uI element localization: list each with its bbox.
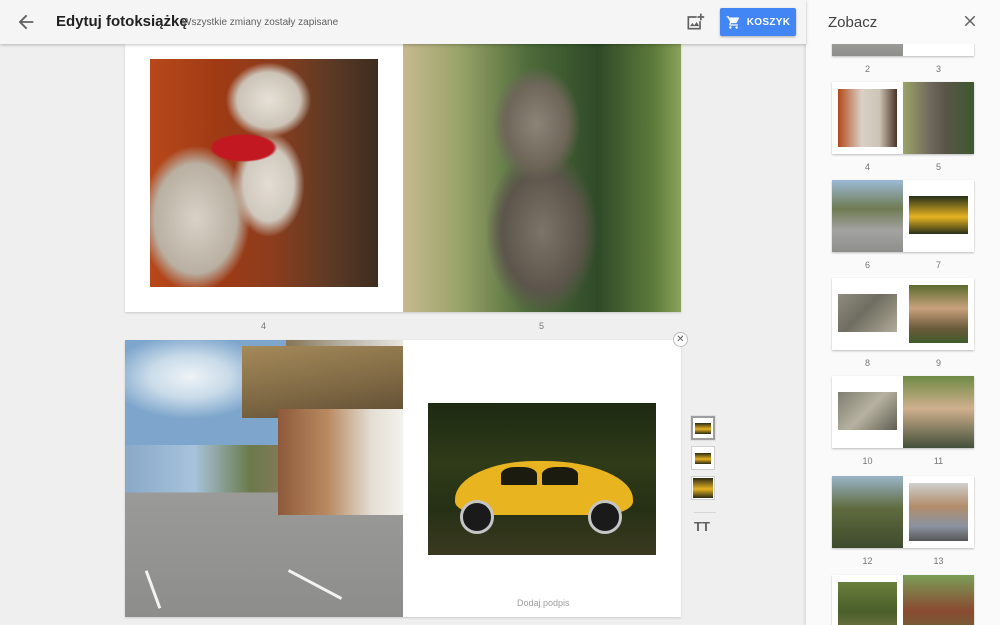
thumb-page-number: 2 — [864, 64, 870, 74]
photo-stone-guardian[interactable] — [403, 44, 681, 312]
thumb-page-15 — [903, 575, 974, 625]
layout-option-centered[interactable] — [691, 446, 715, 470]
thumb-spread-6-7[interactable] — [832, 180, 974, 252]
thumb-page-12 — [832, 476, 903, 548]
car-window — [542, 466, 579, 486]
thumb-page-number: 6 — [864, 260, 870, 270]
thumb-page-number: 9 — [935, 358, 941, 368]
layout-preview — [695, 422, 711, 434]
add-caption-placeholder[interactable]: Dodaj podpis — [517, 598, 570, 608]
remove-spread-button[interactable]: ✕ — [673, 332, 688, 347]
thumb-spread-2-3[interactable] — [832, 44, 974, 56]
thumb-image — [838, 392, 897, 430]
thumb-page-number: 4 — [864, 162, 870, 172]
thumb-spread-4-5[interactable] — [832, 82, 974, 154]
thumb-image — [838, 294, 897, 332]
thumb-spread-12-13[interactable] — [832, 476, 974, 548]
close-icon — [964, 15, 976, 27]
thumb-page-number: 11 — [933, 456, 944, 466]
layout-options: TT — [688, 416, 718, 534]
back-button[interactable] — [14, 11, 38, 33]
page-number-right: 5 — [539, 321, 545, 331]
thumb-page-7 — [903, 180, 974, 252]
thumb-page-number: 8 — [864, 358, 870, 368]
layout-preview — [693, 478, 713, 498]
car-window — [500, 466, 538, 486]
thumb-page-number: 3 — [935, 64, 941, 74]
layout-option-framed[interactable] — [691, 416, 715, 440]
thumb-page-5 — [903, 82, 974, 154]
thumb-image — [903, 575, 974, 625]
preview-panel: Zobacz 2 3 4 5 6 7 8 9 10 11 12 13 — [806, 0, 1000, 625]
thumb-page-number: 12 — [862, 556, 873, 566]
thumb-page-3 — [903, 44, 974, 56]
car-wheel — [459, 500, 495, 534]
thumb-image — [832, 44, 903, 56]
street-building — [277, 409, 403, 515]
save-status-text: Wszystkie zmiany zostały zapisane — [182, 17, 339, 28]
thumb-page-10 — [832, 376, 903, 448]
thumb-page-6 — [832, 180, 903, 252]
text-format-icon: TT — [694, 519, 710, 534]
top-app-bar: Edytuj fotoksiążkę Wszystkie zmiany zost… — [0, 0, 806, 44]
road-marking — [287, 569, 343, 600]
shopping-cart-icon — [726, 15, 739, 29]
text-format-button[interactable]: TT — [694, 512, 716, 534]
cart-button[interactable]: KOSZYK — [720, 8, 796, 36]
thumb-page-13 — [903, 476, 974, 548]
thumb-image — [903, 82, 974, 154]
thumb-page-9 — [903, 278, 974, 350]
thumb-page-number: 5 — [935, 162, 941, 172]
thumb-image — [909, 285, 968, 343]
thumb-image — [832, 180, 903, 252]
page-title: Edytuj fotoksiążkę — [56, 13, 188, 30]
add-photo-button[interactable] — [685, 12, 705, 32]
thumb-image — [909, 483, 968, 541]
thumb-page-14 — [832, 575, 903, 625]
road-marking — [144, 570, 162, 609]
page-thumbnails: 2 3 4 5 6 7 8 9 10 11 12 13 — [806, 44, 1000, 625]
thumb-spread-10-11[interactable] — [832, 376, 974, 448]
thumb-image — [909, 196, 968, 234]
thumb-spread-14-15[interactable] — [832, 575, 974, 625]
cart-button-label: KOSZYK — [746, 16, 791, 28]
thumb-page-4 — [832, 82, 903, 154]
arrow-back-icon — [18, 14, 34, 30]
layout-preview — [695, 452, 711, 464]
photo-statue-hibiscus[interactable] — [150, 59, 378, 287]
thumb-spread-8-9[interactable] — [832, 278, 974, 350]
thumb-image — [838, 89, 897, 147]
thumb-page-number: 10 — [862, 456, 873, 466]
panel-title: Zobacz — [828, 14, 878, 31]
editor-canvas: 4 5 ✕ Dodaj podpis TT — [0, 44, 806, 625]
thumb-image — [832, 476, 903, 548]
layout-option-full-bleed[interactable] — [691, 476, 715, 500]
photo-yellow-beetle[interactable] — [428, 403, 656, 555]
spread-pages-6-7[interactable]: Dodaj podpis — [125, 340, 681, 617]
thumb-page-number: 7 — [935, 260, 941, 270]
close-panel-button[interactable] — [961, 12, 979, 30]
spread-pages-4-5[interactable] — [125, 44, 681, 312]
thumb-image — [838, 582, 897, 625]
thumb-page-2 — [832, 44, 903, 56]
page-number-left: 4 — [261, 321, 267, 331]
thumb-image — [903, 376, 974, 448]
car-wheel — [587, 500, 622, 534]
thumb-page-number: 13 — [933, 556, 944, 566]
photo-street-scooters[interactable] — [125, 340, 403, 617]
add-photo-icon — [687, 13, 705, 30]
street-roof — [241, 345, 403, 418]
close-icon: ✕ — [676, 334, 685, 345]
thumb-page-11 — [903, 376, 974, 448]
thumb-page-8 — [832, 278, 903, 350]
